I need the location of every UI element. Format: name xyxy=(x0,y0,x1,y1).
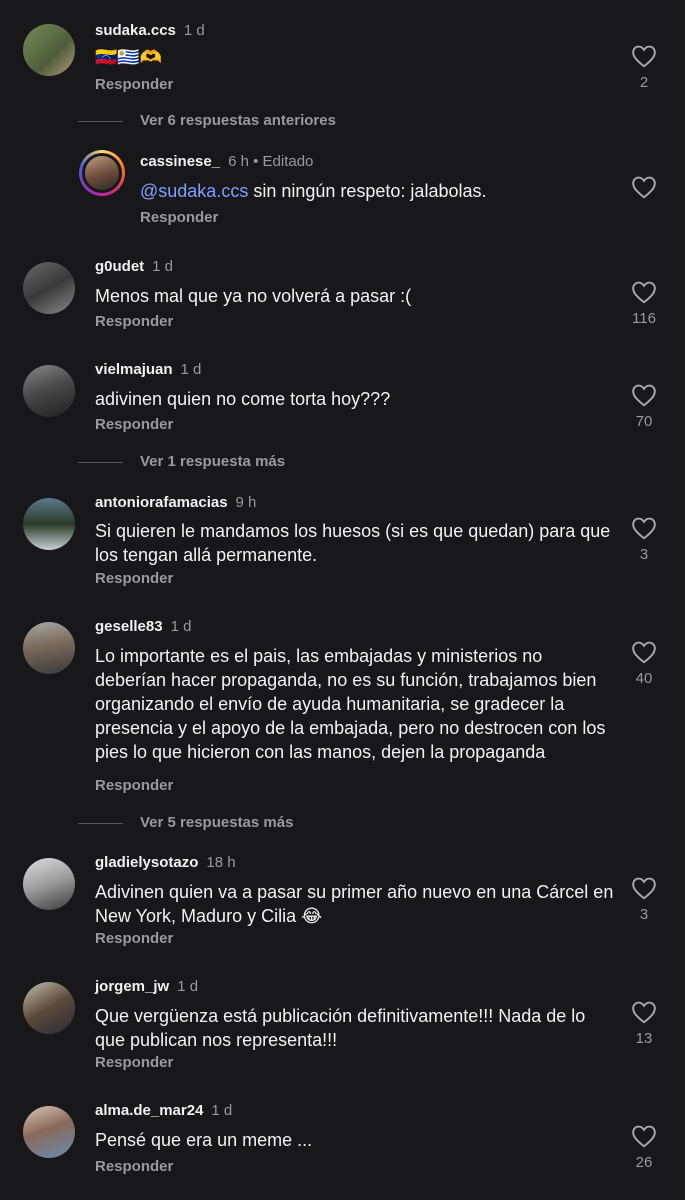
heart-icon xyxy=(632,281,656,304)
avatar[interactable] xyxy=(23,622,75,674)
like-count: 13 xyxy=(635,1030,653,1047)
mention-link[interactable]: @sudaka.ccs xyxy=(140,181,248,201)
timestamp: 18 h xyxy=(206,854,236,871)
username[interactable]: sudaka.ccs xyxy=(95,22,176,39)
comment-text: adivinen quien no come torta hoy??? xyxy=(95,389,391,409)
view-more-replies-label: Ver 1 respuesta más xyxy=(140,453,286,470)
username[interactable]: geselle83 xyxy=(95,618,163,635)
like-count: 40 xyxy=(635,670,653,687)
reply-button[interactable]: Responder xyxy=(95,777,173,794)
like-button[interactable]: 2 xyxy=(628,44,660,91)
like-count: 2 xyxy=(639,74,649,91)
divider xyxy=(78,823,123,824)
like-button[interactable]: 3 xyxy=(628,876,660,923)
timestamp: 6 h • Editado xyxy=(228,153,314,170)
avatar[interactable] xyxy=(23,24,75,76)
like-button[interactable]: 13 xyxy=(628,1000,660,1047)
reply-button[interactable]: Responder xyxy=(95,76,173,93)
username[interactable]: jorgem_jw xyxy=(95,978,169,995)
reply-button[interactable]: Responder xyxy=(95,1158,173,1175)
timestamp: 1 d xyxy=(183,22,205,39)
username[interactable]: vielmajuan xyxy=(95,361,173,378)
avatar[interactable] xyxy=(23,982,75,1034)
avatar[interactable] xyxy=(23,498,75,550)
comment-text: sin ningún respeto: jalabolas. xyxy=(248,181,487,201)
like-count: 26 xyxy=(635,1154,653,1171)
timestamp: 1 d xyxy=(211,1102,233,1119)
like-count: 3 xyxy=(639,546,649,563)
like-button[interactable] xyxy=(628,175,660,199)
comment-text: Que vergüenza está publicación definitiv… xyxy=(95,1006,586,1050)
like-button[interactable]: 70 xyxy=(628,383,660,430)
like-button[interactable]: 116 xyxy=(628,280,660,327)
heart-icon xyxy=(632,641,656,664)
divider xyxy=(78,121,123,122)
heart-icon xyxy=(632,1001,656,1024)
reply-button[interactable]: Responder xyxy=(140,209,218,226)
like-count: 3 xyxy=(639,906,649,923)
view-more-replies-label: Ver 6 respuestas anteriores xyxy=(140,112,336,129)
avatar[interactable] xyxy=(23,1106,75,1158)
username[interactable]: alma.de_mar24 xyxy=(95,1102,203,1119)
comment-text: Si quieren le mandamos los huesos (si es… xyxy=(95,521,611,565)
comment-text: Menos mal que ya no volverá a pasar :( xyxy=(95,286,412,306)
reply-button[interactable]: Responder xyxy=(95,416,173,433)
view-more-replies-label: Ver 5 respuestas más xyxy=(140,814,294,831)
comment-text: 🇻🇪🇺🇾🫶 xyxy=(95,47,163,67)
heart-icon xyxy=(632,1125,656,1148)
avatar[interactable] xyxy=(23,858,75,910)
username[interactable]: gladielysotazo xyxy=(95,854,198,871)
timestamp: 9 h xyxy=(235,494,257,511)
heart-icon xyxy=(632,877,656,900)
timestamp: 1 d xyxy=(170,618,192,635)
username[interactable]: g0udet xyxy=(95,258,144,275)
like-button[interactable]: 26 xyxy=(628,1124,660,1171)
timestamp: 1 d xyxy=(180,361,202,378)
reply-button[interactable]: Responder xyxy=(95,313,173,330)
reply-button[interactable]: Responder xyxy=(95,930,173,947)
comment-text: Lo importante es el pais, las embajadas … xyxy=(95,646,606,762)
username[interactable]: antoniorafamacias xyxy=(95,494,228,511)
like-button[interactable]: 40 xyxy=(628,640,660,687)
heart-icon xyxy=(632,45,656,68)
timestamp: 1 d xyxy=(177,978,199,995)
heart-icon xyxy=(632,517,656,540)
avatar[interactable] xyxy=(23,262,75,314)
comment-text: Pensé que era un meme ... xyxy=(95,1130,313,1150)
divider xyxy=(78,462,123,463)
comment-text: Adivinen quien va a pasar su primer año … xyxy=(95,882,614,926)
username[interactable]: cassinese_ xyxy=(140,153,220,170)
like-count: 116 xyxy=(632,310,656,327)
avatar[interactable] xyxy=(23,365,75,417)
heart-icon xyxy=(632,176,656,199)
like-count: 70 xyxy=(635,413,653,430)
reply-button[interactable]: Responder xyxy=(95,570,173,587)
heart-icon xyxy=(632,384,656,407)
timestamp: 1 d xyxy=(152,258,174,275)
like-button[interactable]: 3 xyxy=(628,516,660,563)
avatar[interactable] xyxy=(79,150,125,196)
reply-button[interactable]: Responder xyxy=(95,1054,173,1071)
